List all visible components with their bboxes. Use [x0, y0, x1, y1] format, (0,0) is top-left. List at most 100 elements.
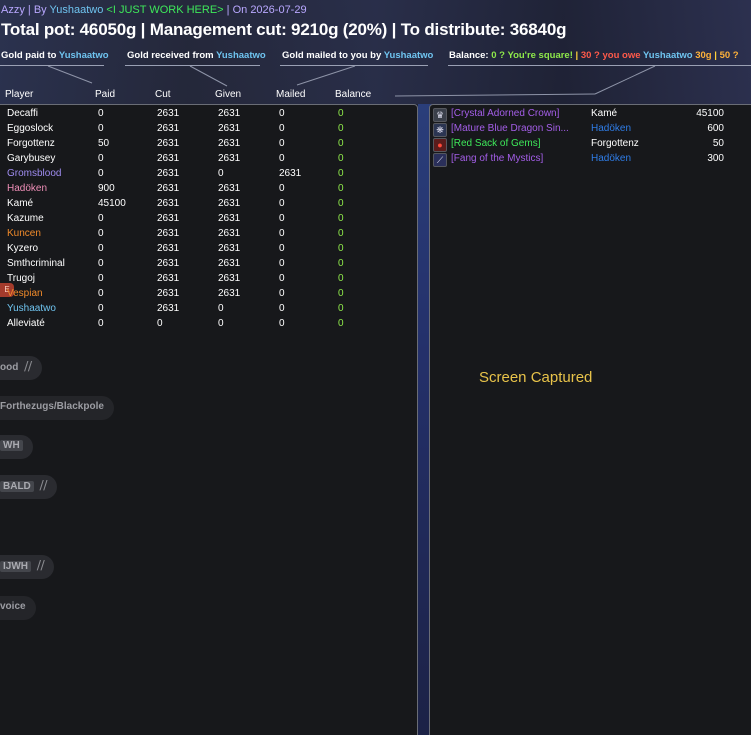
mailed-cell: 0 [279, 243, 285, 254]
crown-icon[interactable]: ♛ [433, 108, 447, 122]
cut-cell: 2631 [157, 213, 180, 224]
column-cut[interactable]: Cut [155, 89, 171, 100]
cut-cell: 2631 [157, 243, 180, 254]
muted-mic-icon: ⧸⧸ [24, 361, 32, 373]
balance-cell: 0 [338, 153, 344, 164]
player-name: Hadöken [7, 183, 48, 194]
column-player[interactable]: Player [5, 89, 33, 100]
bg-channel-button-voice[interactable]: voice [0, 596, 36, 620]
item-link[interactable]: [Fang of the Mystics] [451, 153, 587, 164]
mailed-cell: 0 [279, 153, 285, 164]
item-price: 45100 [696, 108, 724, 119]
balance-cell: 0 [338, 183, 344, 194]
raid-meta-line: Azzy | By Yushaatwo <I JUST WORK HERE> |… [1, 4, 307, 16]
paid-cell: 0 [98, 123, 104, 134]
tab-gold-paid-underline [0, 65, 104, 66]
balance-cell: 0 [338, 168, 344, 179]
mailed-cell: 0 [279, 198, 285, 209]
balance-owe-amount: 30g [695, 50, 712, 61]
balance-cell: 0 [338, 243, 344, 254]
fang-icon[interactable]: ⟋ [433, 153, 447, 167]
item-link[interactable]: [Mature Blue Dragon Sin... [451, 123, 587, 134]
tab-gold-received[interactable]: Gold received from Yushaatwo [127, 50, 266, 61]
given-cell: 2631 [218, 258, 241, 269]
muted-mic-icon: ⧸⧸ [39, 480, 48, 492]
item-price: 600 [707, 123, 724, 134]
balance-cell: 0 [338, 138, 344, 149]
screen-captured-status: Screen Captured [479, 369, 593, 386]
cut-cell: 2631 [157, 183, 180, 194]
balance-cell: 0 [338, 108, 344, 119]
tab-gold-received-label: Gold received from [127, 50, 214, 61]
column-given[interactable]: Given [215, 89, 241, 100]
paid-cell: 900 [98, 183, 115, 194]
paid-cell: 0 [98, 303, 104, 314]
player-name: Kazume [7, 213, 44, 224]
item-winner: Hadöken [591, 153, 632, 164]
player-name: Decaffi [7, 108, 38, 119]
bg-channel-button-ijwh[interactable]: IJWH ⧸⧸ [0, 555, 55, 579]
player-name: Eggoslock [7, 123, 54, 134]
balance-cell: 0 [338, 213, 344, 224]
balance-cell: 0 [338, 228, 344, 239]
column-mailed[interactable]: Mailed [276, 89, 305, 100]
cut-cell: 0 [157, 318, 163, 329]
given-cell: 0 [218, 318, 224, 329]
item-winner: Forgottenz [591, 138, 639, 149]
player-name: Kamé [7, 198, 34, 209]
tab-gold-mailed[interactable]: Gold mailed to you by Yushaatwo [282, 50, 433, 61]
mailed-cell: 0 [279, 213, 285, 224]
given-cell: 2631 [218, 123, 241, 134]
item-winner: Kamé [591, 108, 618, 119]
paid-cell: 0 [98, 318, 104, 329]
column-balance[interactable]: Balance [335, 89, 371, 100]
raid-date: 2026-07-29 [250, 4, 307, 16]
balance-cell: 0 [338, 198, 344, 209]
tab-gold-paid[interactable]: Gold paid to Yushaatwo [1, 50, 109, 61]
paid-cell: 0 [98, 228, 104, 239]
paid-cell: 0 [98, 243, 104, 254]
paid-cell: 0 [98, 168, 104, 179]
bg-channel-button-ood[interactable]: ood ⧸⧸ [0, 356, 42, 380]
gem-sack-icon[interactable]: ● [433, 138, 447, 152]
item-link[interactable]: [Crystal Adorned Crown] [451, 108, 587, 119]
balance-cell: 0 [338, 303, 344, 314]
on-label: On [232, 4, 248, 16]
author-name[interactable]: Yushaatwo [50, 4, 104, 16]
paid-cell: 45100 [98, 198, 126, 209]
item-price: 300 [707, 153, 724, 164]
bg-channel-button-wh[interactable]: WH [0, 435, 33, 459]
mailed-cell: 0 [279, 228, 285, 239]
mailed-cell: 0 [279, 123, 285, 134]
balance-owe-name: Yushaatwo [642, 50, 693, 61]
paid-cell: 0 [98, 288, 104, 299]
player-name: Forgottenz [7, 138, 55, 149]
column-paid[interactable]: Paid [95, 89, 115, 100]
cut-cell: 2631 [157, 198, 180, 209]
given-cell: 2631 [218, 198, 241, 209]
cut-cell: 2631 [157, 153, 180, 164]
bg-channel-button-bald[interactable]: BALD ⧸⧸ [0, 475, 58, 499]
tab-gold-mailed-underline [280, 65, 428, 66]
player-name: Smthcriminal [7, 258, 65, 269]
paid-cell: 0 [98, 273, 104, 284]
mailed-cell: 0 [279, 303, 285, 314]
balance-cell: 0 [338, 318, 344, 329]
bg-channel-button-forthezugs[interactable]: Forthezugs/Blackpole [0, 396, 114, 420]
pot-totals: Total pot: 46050g | Management cut: 9210… [1, 20, 567, 39]
item-link[interactable]: [Red Sack of Gems] [451, 138, 587, 149]
player-name: Vespian [7, 288, 43, 299]
mailed-cell: 0 [279, 288, 285, 299]
given-cell: 2631 [218, 183, 241, 194]
player-name: Kuncen [7, 228, 41, 239]
dragon-icon[interactable]: ❋ [433, 123, 447, 137]
cut-cell: 2631 [157, 288, 180, 299]
balance-cell: 0 [338, 123, 344, 134]
given-cell: 2631 [218, 228, 241, 239]
player-name: Gromsblood [7, 168, 62, 179]
balance-cell: 0 [338, 288, 344, 299]
cut-cell: 2631 [157, 123, 180, 134]
balance-owed-note: 50 ? [719, 50, 739, 61]
cut-cell: 2631 [157, 258, 180, 269]
mailed-cell: 0 [279, 318, 285, 329]
